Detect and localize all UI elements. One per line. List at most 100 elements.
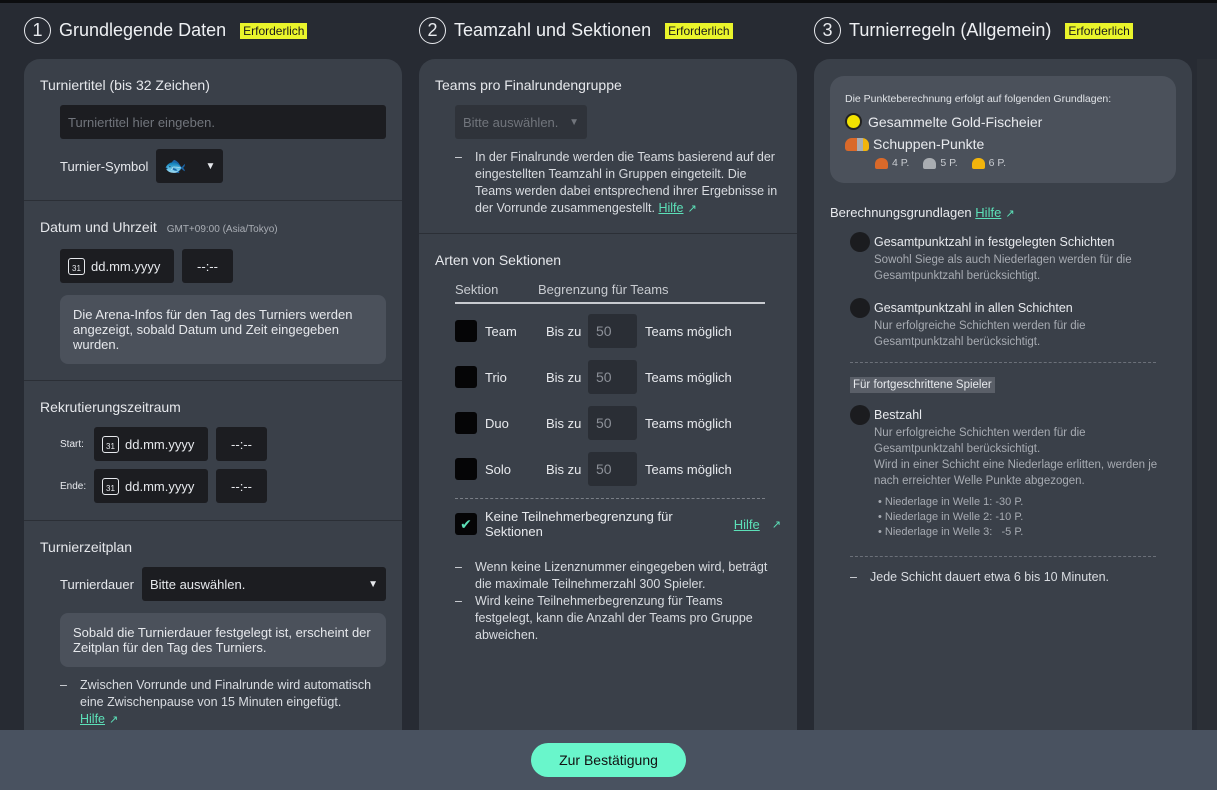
dropdown-arrow-icon: ▼ — [368, 578, 378, 590]
section-checkbox[interactable] — [455, 366, 477, 388]
title-input[interactable]: Turniertitel hier eingeben. — [60, 105, 386, 139]
section-title: Turnierregeln (Allgemein) — [849, 20, 1052, 40]
external-link-icon: ↗ — [771, 518, 781, 531]
scale-point: 6 P. — [971, 157, 1006, 169]
section-row-solo: Solo Bis zu 50 Teams möglich — [455, 450, 781, 488]
title-label: Turniertitel (bis 32 Zeichen) — [40, 77, 210, 93]
limit-prefix: Bis zu — [546, 461, 582, 477]
section-header: 1 Grundlegende Daten Erforderlich — [24, 0, 402, 59]
timezone: GMT+09:00 (Asia/Tokyo) — [166, 224, 278, 235]
section-name: Team — [485, 323, 517, 339]
column-basic-data: 1 Grundlegende Daten Erforderlich Turnie… — [24, 0, 402, 739]
no-limit-option[interactable]: ✔ Keine Teilnehmerbegrenzung für Sektion… — [455, 509, 781, 539]
note-team-limit: – Wird keine Teilnehmerbegrenzung für Tea… — [455, 593, 781, 644]
end-date-input[interactable]: 31 dd.mm.yyyy — [94, 469, 208, 503]
scales-icon — [845, 137, 869, 151]
basis-intro: Die Punkteberechnung erfolgt auf folgend… — [845, 93, 1112, 105]
scale-icon — [923, 157, 937, 169]
option-title: Gesamtpunktzahl in festgelegten Schichte… — [874, 235, 1115, 249]
help-link[interactable]: Hilfe — [734, 517, 760, 532]
schedule-label: Turnierzeitplan — [40, 539, 133, 555]
calendar-icon: 31 — [102, 435, 119, 453]
teams-per-group-select[interactable]: Bitte auswählen. ▼ — [455, 105, 587, 139]
penalty: Niederlage in Welle 3: -5 P. — [884, 526, 1024, 538]
start-label: Start: — [60, 438, 84, 450]
option-best[interactable]: Bestzahl Nur erfolgreiche Schichten werd… — [850, 405, 1176, 540]
limit-suffix: Teams möglich — [645, 323, 732, 339]
duration-value: Bitte auswählen. — [149, 576, 246, 592]
column-rules: 3 Turnierregeln (Allgemein) Erforderlich… — [814, 0, 1192, 739]
scales-label: Schuppen-Punkte — [873, 136, 985, 152]
calendar-icon: 31 — [102, 477, 119, 495]
limit-input[interactable]: 50 — [588, 360, 637, 394]
teams-panel: Teams pro Finalrundengruppe Bitte auswäh… — [419, 59, 797, 739]
date-placeholder: dd.mm.yyyy — [91, 258, 161, 274]
scale-point: 5 P. — [923, 157, 958, 169]
help-link[interactable]: Hilfe — [80, 712, 105, 726]
col-limit: Begrenzung für Teams — [538, 282, 669, 297]
basic-data-panel: Turniertitel (bis 32 Zeichen) Turniertit… — [24, 59, 402, 739]
section-row-team: Team Bis zu 50 Teams möglich — [455, 312, 781, 350]
golden-egg-icon — [845, 113, 862, 130]
no-limit-checkbox[interactable]: ✔ — [455, 513, 477, 535]
scale-points-label: 6 P. — [988, 157, 1006, 169]
required-badge: Erforderlich — [1065, 22, 1133, 39]
date-input[interactable]: 31 dd.mm.yyyy — [60, 249, 174, 283]
scrollbar[interactable] — [1197, 59, 1217, 730]
time-placeholder: --:-- — [231, 436, 252, 452]
symbol-label: Turnier-Symbol — [60, 158, 149, 174]
calc-label: Berechnungsgrundlagen — [830, 205, 972, 220]
pause-note-text: Zwischen Vorrunde und Finalrunde wird au… — [80, 678, 372, 709]
limit-suffix: Teams möglich — [645, 369, 732, 385]
advanced-label: Für fortgeschrittene Spieler — [850, 377, 995, 393]
time-placeholder: --:-- — [231, 478, 252, 494]
shift-note: – Jede Schicht dauert etwa 6 bis 10 Minut… — [850, 570, 1110, 584]
help-link[interactable]: Hilfe — [658, 201, 683, 215]
scale-icon — [971, 157, 985, 169]
radio-button[interactable] — [850, 298, 870, 318]
radio-button[interactable] — [850, 232, 870, 252]
dropdown-arrow-icon: ▼ — [205, 160, 216, 172]
time-input[interactable]: --:-- — [182, 249, 233, 283]
start-date-input[interactable]: 31 dd.mm.yyyy — [94, 427, 208, 461]
limit-suffix: Teams möglich — [645, 461, 732, 477]
section-name: Trio — [485, 369, 507, 385]
duration-select[interactable]: Bitte auswählen. ▼ — [141, 567, 386, 601]
section-checkbox[interactable] — [455, 458, 477, 480]
rules-panel: Die Punkteberechnung erfolgt auf folgend… — [814, 59, 1192, 739]
confirm-button[interactable]: Zur Bestätigung — [531, 743, 686, 777]
end-time-input[interactable]: --:-- — [216, 469, 267, 503]
option-desc-2: Wird in einer Schicht eine Niederlage er… — [874, 459, 1158, 487]
section-checkbox[interactable] — [455, 412, 477, 434]
penalty: Niederlage in Welle 1: -30 P. — [884, 496, 1024, 508]
option-fixed-shifts[interactable]: Gesamtpunktzahl in festgelegten Schichte… — [850, 232, 1176, 284]
symbol-select[interactable]: 🐟 ▼ — [156, 149, 224, 183]
option-desc: Nur erfolgreiche Schichten werden für di… — [874, 320, 1086, 348]
radio-button[interactable] — [850, 405, 870, 425]
limit-suffix: Teams möglich — [645, 415, 732, 431]
start-time-input[interactable]: --:-- — [216, 427, 267, 461]
shift-note-text: Jede Schicht dauert etwa 6 bis 10 Minute… — [870, 570, 1110, 584]
teams-per-group-label: Teams pro Finalrundengruppe — [435, 77, 622, 93]
note-text: Wenn keine Lizenznummer eingegeben wird,… — [475, 560, 768, 591]
option-all-shifts[interactable]: Gesamtpunktzahl in allen Schichten Nur e… — [850, 298, 1176, 350]
no-limit-label: Keine Teilnehmerbegrenzung für Sektionen — [485, 509, 673, 539]
limit-input[interactable]: 50 — [588, 452, 637, 486]
external-link-icon: ↗ — [1005, 208, 1015, 220]
datetime-label: Datum und Uhrzeit — [40, 219, 157, 235]
col-section: Sektion — [455, 282, 499, 297]
note-license: – Wenn keine Lizenznummer eingegeben wird… — [455, 559, 781, 593]
limit-prefix: Bis zu — [546, 323, 582, 339]
select-value: Bitte auswählen. — [463, 114, 559, 130]
limit-input[interactable]: 50 — [588, 314, 637, 348]
limit-input[interactable]: 50 — [588, 406, 637, 440]
scale-point: 4 P. — [875, 157, 909, 169]
section-row-trio: Trio Bis zu 50 Teams möglich — [455, 358, 781, 396]
group-note-text: In der Finalrunde werden die Teams basie… — [475, 150, 778, 215]
section-checkbox[interactable] — [455, 320, 477, 342]
end-label: Ende: — [60, 480, 87, 492]
limit-prefix: Bis zu — [546, 415, 582, 431]
step-number: 2 — [419, 17, 446, 44]
help-link[interactable]: Hilfe — [975, 205, 1001, 220]
section-name: Solo — [485, 461, 512, 477]
